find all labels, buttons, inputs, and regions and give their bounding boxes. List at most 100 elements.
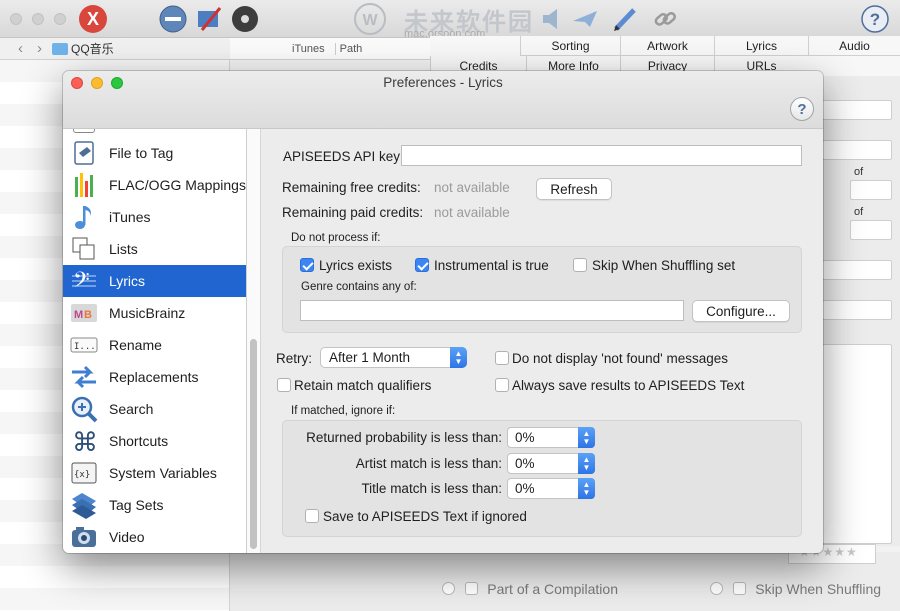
path-bar: ‹ › QQ音乐 xyxy=(0,38,230,60)
retry-stepper-icon[interactable]: ▲ ▼ xyxy=(450,347,467,368)
genre-field[interactable] xyxy=(300,300,684,321)
lyrics-exists-checkbox[interactable] xyxy=(300,258,314,272)
sidebar-item-search[interactable]: Search xyxy=(63,393,246,425)
main-help-icon[interactable]: ? xyxy=(860,4,890,34)
svg-text:I...: I... xyxy=(74,342,96,352)
tab-lyrics[interactable]: Lyrics xyxy=(714,36,808,56)
forward-icon[interactable]: › xyxy=(37,40,42,57)
column-itunes[interactable]: iTunes xyxy=(292,43,325,55)
path-folder-name[interactable]: QQ音乐 xyxy=(71,40,114,57)
bg-field-1[interactable] xyxy=(822,100,892,120)
configure-button[interactable]: Configure... xyxy=(692,300,790,322)
save-ignored-label: Save to APISEEDS Text if ignored xyxy=(323,509,527,524)
bottom-options: ★★★★★ Part of a Compilation Skip When Sh… xyxy=(230,544,900,611)
paid-credits-label: Remaining paid credits: xyxy=(282,205,424,220)
link-icon[interactable] xyxy=(650,4,680,34)
if-matched-group: Returned probability is less than: 0% ▲ ▼… xyxy=(282,420,802,537)
sidebar-scroll-thumb[interactable] xyxy=(250,339,257,549)
do-not-process-label: Do not process if: xyxy=(291,232,381,244)
sidebar-item-system-variables[interactable]: {x} System Variables xyxy=(63,457,246,489)
title-match-value: 0% xyxy=(515,481,535,496)
file-tag-icon xyxy=(69,139,99,167)
sidebar-item-tag-sets[interactable]: Tag Sets xyxy=(63,489,246,521)
instrumental-checkbox[interactable] xyxy=(415,258,429,272)
replacements-icon xyxy=(69,363,99,391)
bg-dropdown[interactable] xyxy=(822,300,892,320)
compilation-radio[interactable] xyxy=(442,582,455,596)
always-save-checkbox[interactable] xyxy=(495,378,509,392)
artist-match-field[interactable]: 0% ▲ ▼ xyxy=(507,453,595,474)
speaker-icon[interactable] xyxy=(538,4,568,34)
lyrics-clef-icon: 𝄢 xyxy=(69,267,99,295)
do-not-process-group: Lyrics exists Instrumental is true Skip … xyxy=(282,246,802,333)
sidebar-item-label: Tag Sets xyxy=(109,497,164,513)
sidebar-item-flac-ogg[interactable]: FLAC/OGG Mappings xyxy=(63,169,246,201)
tab-artwork[interactable]: Artwork xyxy=(620,36,714,56)
sidebar-item-musicbrainz[interactable]: MB MusicBrainz xyxy=(63,297,246,329)
skip-shuffling-row[interactable]: Skip When Shuffling xyxy=(710,580,881,597)
no-not-found-checkbox[interactable] xyxy=(495,351,509,365)
title-match-field[interactable]: 0% ▲ ▼ xyxy=(507,478,595,499)
disc-total-field[interactable] xyxy=(850,220,892,240)
skip-shuffling-radio[interactable] xyxy=(710,582,723,596)
back-icon[interactable]: ‹ xyxy=(18,40,23,57)
minus-icon[interactable] xyxy=(158,4,188,34)
compilation-checkbox[interactable] xyxy=(464,582,478,596)
track-total-field[interactable] xyxy=(850,180,892,200)
probability-field[interactable]: 0% ▲ ▼ xyxy=(507,427,595,448)
sidebar-item-label: Search xyxy=(109,401,154,417)
remove-tag-icon[interactable]: X xyxy=(78,4,108,34)
refresh-button[interactable]: Refresh xyxy=(536,178,612,200)
genre-label: Genre contains any of: xyxy=(301,281,417,293)
musicbrainz-icon: MB xyxy=(69,299,99,327)
api-key-field[interactable] xyxy=(401,145,802,166)
bg-text-area[interactable] xyxy=(822,344,892,544)
probability-value: 0% xyxy=(515,430,535,445)
dialog-title: Preferences - Lyrics xyxy=(383,75,503,90)
compilation-row[interactable]: Part of a Compilation xyxy=(442,580,618,597)
disc-of-label: of xyxy=(854,206,864,218)
edit-pencil-icon[interactable] xyxy=(194,4,224,34)
artist-match-stepper-icon[interactable]: ▲ ▼ xyxy=(578,453,595,474)
window-minimize-disabled xyxy=(32,13,44,25)
skip-shuffling-bg-checkbox[interactable] xyxy=(732,582,746,596)
search-icon xyxy=(69,395,99,423)
sidebar-item-lyrics[interactable]: 𝄢 Lyrics xyxy=(63,265,246,297)
sidebar-item-replacements[interactable]: Replacements xyxy=(63,361,246,393)
retry-popup[interactable]: After 1 Month ▲ ▼ xyxy=(320,347,467,368)
bg-field-2[interactable] xyxy=(822,140,892,160)
sidebar-item-itunes[interactable]: iTunes xyxy=(63,201,246,233)
probability-stepper-icon[interactable]: ▲ ▼ xyxy=(578,427,595,448)
sidebar-item-video[interactable]: Video xyxy=(63,521,246,553)
window-zoom-disabled xyxy=(54,13,66,25)
title-match-label: Title match is less than: xyxy=(361,481,502,496)
sidebar-item-label: iTunes xyxy=(109,209,151,225)
sidebar-item-rename[interactable]: I... Rename xyxy=(63,329,246,361)
plane-icon[interactable] xyxy=(570,4,600,34)
sidebar-item-lists[interactable]: Lists xyxy=(63,233,246,265)
help-button[interactable]: ? xyxy=(790,97,814,121)
command-key-icon: ⌘ xyxy=(69,427,99,455)
sidebar-item-label: Replacements xyxy=(109,369,199,385)
always-save-label: Always save results to APISEEDS Text xyxy=(512,378,745,393)
sidebar-item-label: System Variables xyxy=(109,465,217,481)
save-ignored-checkbox[interactable] xyxy=(305,509,319,523)
no-not-found-label: Do not display 'not found' messages xyxy=(512,351,729,366)
probability-label: Returned probability is less than: xyxy=(306,430,502,445)
tab-sorting[interactable]: Sorting xyxy=(520,36,620,56)
disc-icon[interactable] xyxy=(230,4,260,34)
main-toolbar: X W 未来软件园 mac.orsoon.com ? xyxy=(0,0,900,40)
sidebar-item-file-to-tag[interactable]: File to Tag xyxy=(63,137,246,169)
sidebar-item-shortcuts[interactable]: ⌘ Shortcuts xyxy=(63,425,246,457)
instrumental-label: Instrumental is true xyxy=(434,258,549,273)
skip-shuffling-label: Skip When Shuffling set xyxy=(592,258,736,273)
pencil-icon[interactable] xyxy=(610,4,640,34)
retain-qualifiers-checkbox[interactable] xyxy=(277,378,291,392)
sidebar-scrollbar[interactable] xyxy=(247,129,261,553)
column-path[interactable]: Path xyxy=(334,42,362,55)
tab-audio[interactable]: Audio xyxy=(808,36,900,56)
tag-tabs: Sorting Artwork Lyrics Audio Credits Mor… xyxy=(430,36,900,76)
skip-shuffling-checkbox[interactable] xyxy=(573,258,587,272)
title-match-stepper-icon[interactable]: ▲ ▼ xyxy=(578,478,595,499)
bg-field-5[interactable] xyxy=(822,260,892,280)
